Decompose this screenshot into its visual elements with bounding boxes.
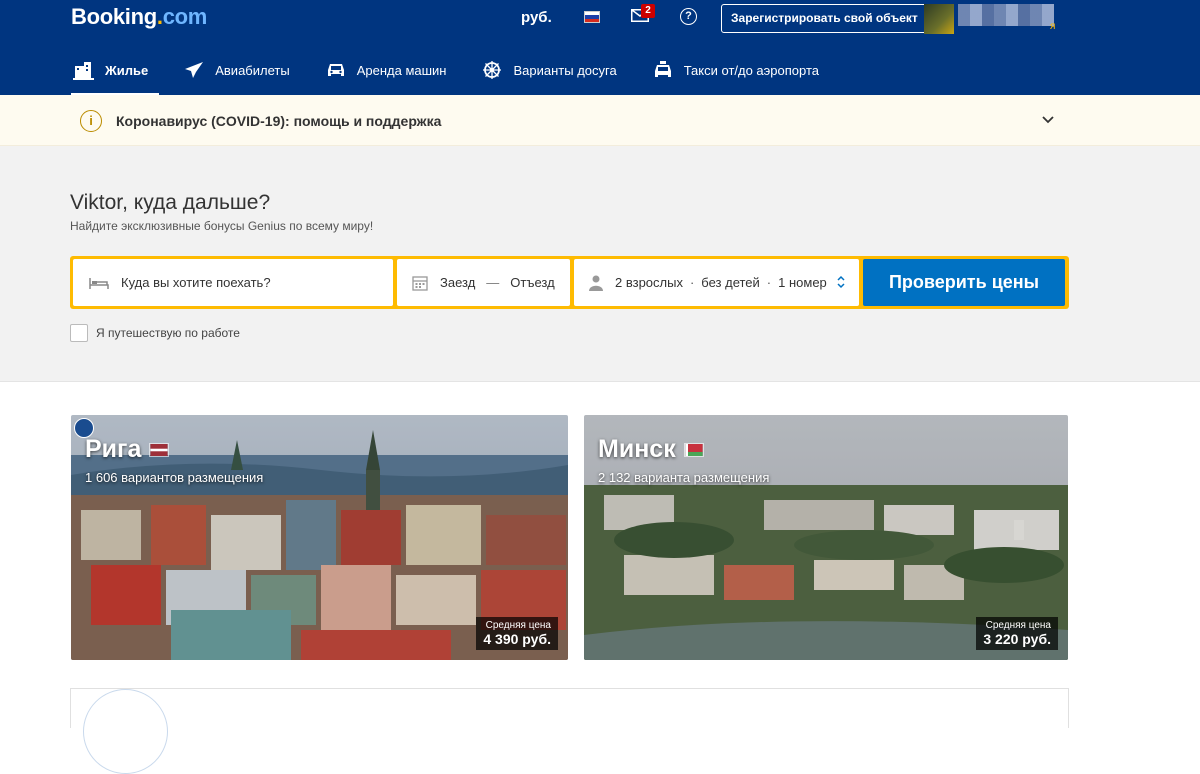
help-icon[interactable]: ? [680,8,697,25]
properties-count: 2 132 варианта размещения [598,470,770,485]
nav-airport-taxi[interactable]: Такси от/до аэропорта [650,47,830,93]
promo-circle-decoration [83,689,168,774]
children-count: без детей [701,275,760,290]
language-flag-icon[interactable] [584,11,600,23]
covid-banner[interactable]: i Коронавирус (COVID-19): помощь и подде… [0,95,1200,146]
calendar-icon [412,275,428,291]
destination-card-minsk[interactable]: Минск 2 132 варианта размещения Средняя … [584,415,1068,660]
nav-stays-label: Жилье [105,62,149,78]
user-name-blurred[interactable] [958,4,1054,26]
belarus-flag-icon [683,442,704,457]
checkin-label: Заезд [440,275,476,290]
checkout-label: Отъезд [510,275,555,290]
adults-count: 2 взрослых [615,275,683,290]
updown-arrows-icon [837,275,845,289]
price-label: Средняя цена [985,620,1051,631]
latvia-flag-icon [149,442,170,457]
date-picker[interactable]: Заезд — Отъезд [397,259,570,306]
mail-count-badge: 2 [641,4,655,18]
guests-separator: · [689,275,695,290]
nav-flights-label: Авиабилеты [215,62,290,78]
booking-logo[interactable]: Booking.com [71,4,207,30]
plane-icon [183,60,205,80]
average-price: Средняя цена 3 220 руб. [976,617,1058,650]
guests-separator: · [766,275,772,290]
header: Booking.com руб. 2 ? Зарегистрировать св… [0,0,1200,95]
price-value: 3 220 руб. [983,631,1051,647]
price-label: Средняя цена [485,620,551,631]
search-hero: Viktor, куда дальше? Найдите эксклюзивны… [0,146,1200,382]
date-separator: — [486,275,500,290]
chevron-down-icon[interactable] [1042,113,1054,125]
city-name: Рига [85,435,170,464]
guests-selector[interactable]: 2 взрослых · без детей · 1 номер [574,259,859,306]
city-name: Минск [598,435,704,464]
destination-placeholder: Куда вы хотите поехать? [121,275,271,290]
destination-input[interactable]: Куда вы хотите поехать? [73,259,393,306]
checkbox[interactable] [70,324,88,342]
destination-cards: Рига 1 606 вариантов размещения Средняя … [0,415,1200,660]
info-icon: i [80,110,102,132]
nav-car-rental[interactable]: Аренда машин [323,47,458,93]
main-nav: Жилье Авиабилеты Аренда машин Варианты д… [71,47,852,95]
page-title: Viktor, куда дальше? [70,191,271,214]
header-actions: руб. 2 ? Зарегистрировать свой объект я [500,4,1200,34]
rooms-count: 1 номер [778,275,827,290]
destination-card-riga[interactable]: Рига 1 606 вариантов размещения Средняя … [71,415,568,660]
nav-airport-taxi-label: Такси от/до аэропорта [683,62,820,78]
work-travel-label: Я путешествую по работе [96,326,240,340]
user-level-label: я [1050,21,1056,32]
search-button[interactable]: Проверить цены [863,259,1065,306]
nav-car-rental-label: Аренда машин [356,62,447,78]
nav-attractions[interactable]: Варианты досуга [479,47,627,93]
nav-stays[interactable]: Жилье [71,47,160,95]
avatar[interactable] [924,4,954,34]
properties-count: 1 606 вариантов размещения [85,470,264,485]
genius-promo-card [70,688,1069,774]
bed-icon [73,60,95,80]
register-property-button[interactable]: Зарегистрировать свой объект [721,4,928,33]
covid-banner-text: Коронавирус (COVID-19): помощь и поддерж… [116,113,442,129]
bed-icon [89,276,109,290]
nav-flights[interactable]: Авиабилеты [181,47,300,93]
search-bar: Куда вы хотите поехать? Заезд — Отъезд 2… [70,256,1069,309]
nav-attractions-label: Варианты досуга [513,62,617,78]
taxi-icon [652,60,674,80]
attraction-icon [481,60,503,80]
average-price: Средняя цена 4 390 руб. [476,617,558,650]
currency-selector[interactable]: руб. [521,9,552,26]
price-value: 4 390 руб. [483,631,551,647]
car-icon [325,60,347,80]
work-travel-checkbox[interactable]: Я путешествую по работе [70,324,240,342]
person-icon [589,275,603,291]
page-subtitle: Найдите эксклюзивные бонусы Genius по вс… [70,219,374,233]
